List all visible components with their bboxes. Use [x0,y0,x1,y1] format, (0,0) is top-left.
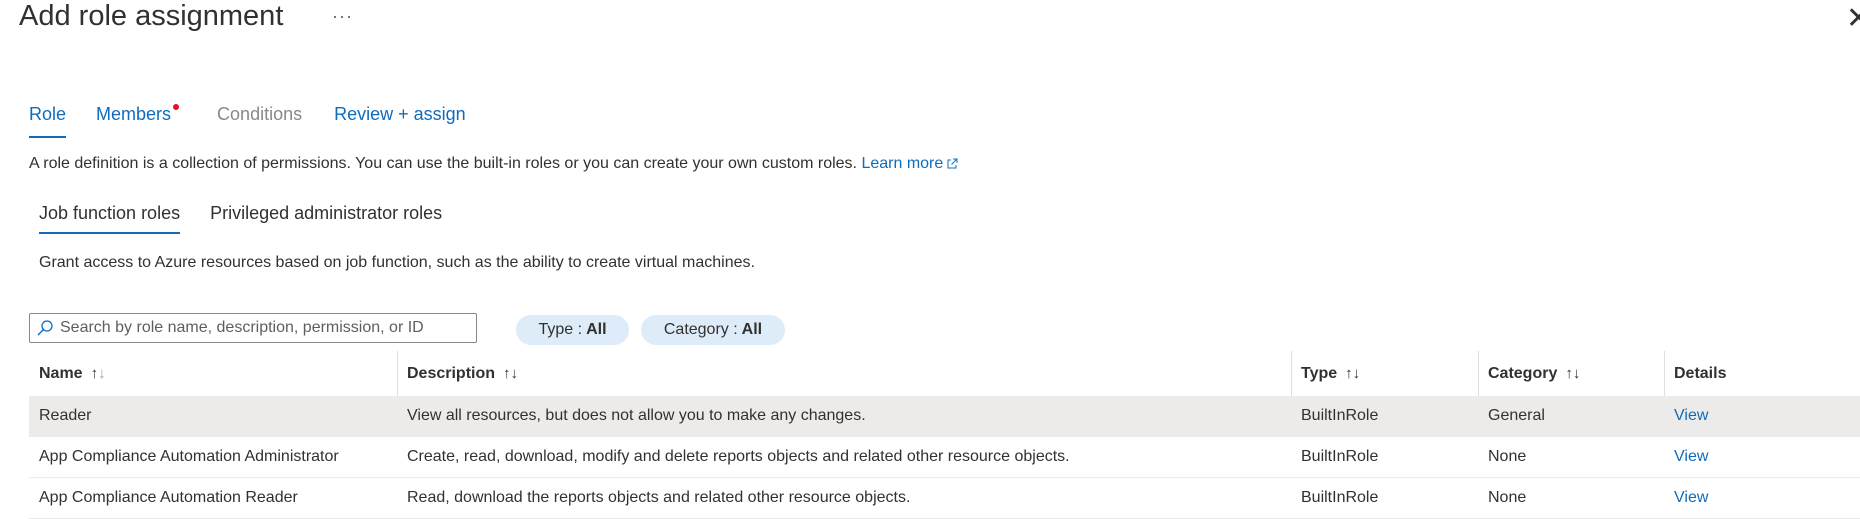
sort-icon[interactable]: ↑↓ [1565,365,1580,382]
role-category: None [1488,448,1527,465]
search-icon [37,320,53,336]
role-details: View [1664,407,1850,425]
role-category: None [1488,489,1527,506]
tab-job-function-roles-label: Job function roles [39,203,181,223]
role-type: BuiltInRole [1301,448,1379,465]
role-details: View [1664,448,1850,466]
tab-conditions-label: Conditions [217,104,303,124]
tab-review-assign-label: Review + assign [334,104,466,124]
column-description-label: Description [407,364,496,382]
view-link[interactable]: View [1674,407,1708,424]
tab-conditions[interactable]: Conditions [217,104,302,138]
column-header-description[interactable]: Description ↑↓ [397,351,1291,396]
learn-more-label: Learn more [861,155,944,172]
column-category-label: Category [1488,364,1558,382]
role-details: View [1664,489,1850,507]
tab-job-function-roles[interactable]: Job function roles [39,203,181,234]
more-options-icon[interactable]: ··· [332,6,353,27]
role-description: View all resources, but does not allow y… [407,407,866,424]
role-definition-intro: A role definition is a collection of per… [29,155,958,173]
category-filter-value: All [741,321,763,338]
tab-role-label: Role [29,104,67,124]
role-name: App Compliance Automation Administrator [39,448,339,465]
role-description: Create, read, download, modify and delet… [407,448,1070,465]
tab-review-assign[interactable]: Review + assign [334,104,466,138]
search-box[interactable] [29,313,477,343]
column-header-category[interactable]: Category ↑↓ [1478,351,1664,396]
tab-privileged-administrator-roles-label: Privileged administrator roles [210,203,443,223]
column-name-label: Name [39,364,83,382]
column-header-type[interactable]: Type ↑↓ [1291,351,1478,396]
column-header-details: Details [1664,351,1850,396]
table-row[interactable]: App Compliance Automation Administrator … [29,437,1860,478]
role-description: Read, download the reports objects and r… [407,489,911,506]
role-name: App Compliance Automation Reader [39,489,298,506]
tab-members-label: Members [96,104,172,124]
view-link[interactable]: View [1674,489,1708,506]
table-header: Name ↑↓ Description ↑↓ Type ↑↓ Category ↑↓ D… [29,351,1860,396]
intro-text: A role definition is a collection of per… [29,155,857,172]
learn-more-link[interactable]: Learn more [861,155,958,172]
tab-privileged-administrator-roles[interactable]: Privileged administrator roles [210,203,442,234]
sort-icon[interactable]: ↑↓ [503,365,518,382]
table-row[interactable]: Reader View all resources, but does not … [29,396,1860,437]
tab-role[interactable]: Role [29,104,67,138]
column-details-label: Details [1674,364,1727,382]
view-link[interactable]: View [1674,448,1708,465]
type-filter-value: All [586,321,607,338]
roles-table: Name ↑↓ Description ↑↓ Type ↑↓ Category ↑↓ D… [29,351,1860,519]
type-filter[interactable]: Type : All [516,315,629,345]
role-category: General [1488,407,1545,424]
role-name: Reader [39,407,92,424]
subtab-description: Grant access to Azure resources based on… [39,254,755,271]
search-input[interactable] [60,319,476,337]
external-link-icon [947,158,958,169]
sort-icon[interactable]: ↑↓ [91,365,106,382]
role-type: BuiltInRole [1301,407,1379,424]
column-type-label: Type [1301,364,1338,382]
role-type-tabs: Job function roles Privileged administra… [39,203,442,234]
type-filter-label: Type : [538,321,583,338]
page-title: Add role assignment [19,0,284,32]
table-row[interactable]: App Compliance Automation Reader Read, d… [29,478,1860,519]
category-filter[interactable]: Category : All [641,315,785,345]
wizard-tabs: Role Members Conditions Review + assign [29,104,466,138]
category-filter-label: Category : [663,321,738,338]
notification-dot [173,104,180,110]
sort-icon[interactable]: ↑↓ [1345,365,1360,382]
tab-members[interactable]: Members [96,104,180,138]
role-type: BuiltInRole [1301,489,1379,506]
column-header-name[interactable]: Name ↑↓ [29,351,397,396]
close-icon[interactable]: ✕ [1846,4,1860,34]
